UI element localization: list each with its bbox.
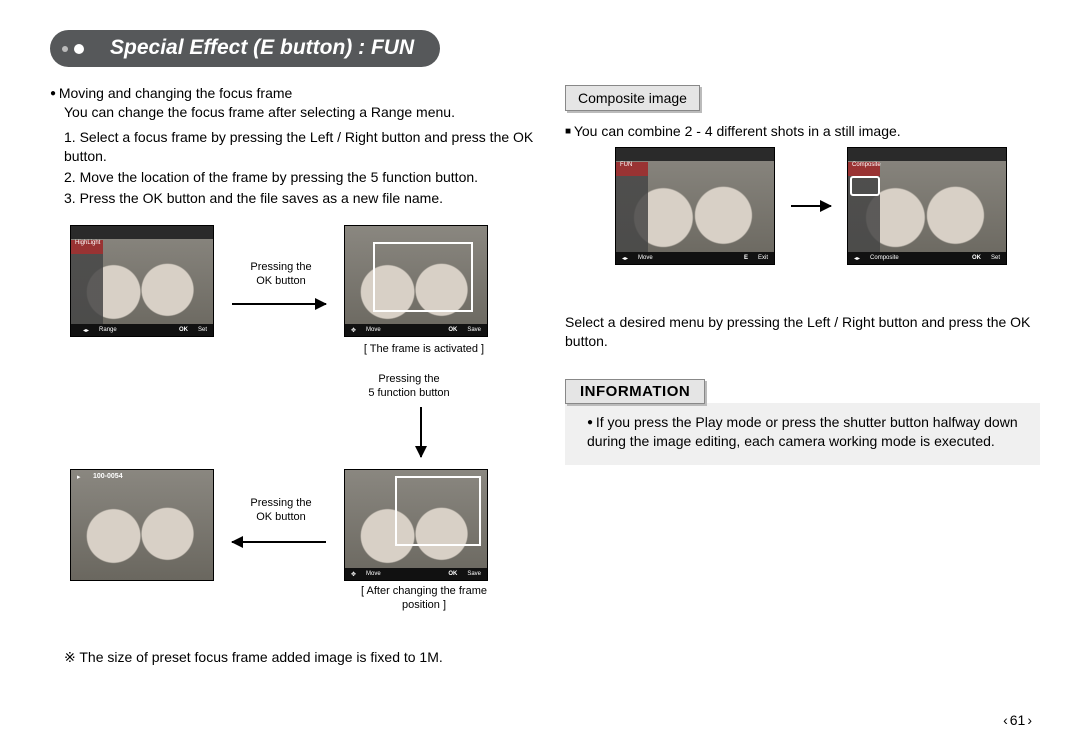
caption-ok1: Pressing theOK button: [236, 261, 326, 289]
shot1-bar-left: Range: [99, 327, 117, 333]
shot2-bar-left: Move: [366, 327, 381, 333]
left-heading: Moving and changing the focus frame: [50, 85, 535, 101]
information-heading: INFORMATION: [565, 379, 705, 404]
caption-ok2: Pressing theOK button: [236, 497, 326, 525]
rshot2-bar-right: Set: [991, 255, 1000, 261]
rshot2-bar-mid: OK: [972, 255, 981, 261]
arrow-right-icon: [791, 205, 831, 207]
screenshot-highlight-menu: HighLight ◂▸ Range OK Set: [70, 225, 214, 337]
rshot1-bar-mid: E: [744, 255, 748, 261]
rshot1-bar-left: Move: [638, 255, 653, 261]
screenshot-saved-file: ▸ 100-0054: [70, 469, 214, 581]
left-desc: You can change the focus frame after sel…: [64, 103, 535, 122]
column-right: Composite image You can combine 2 - 4 di…: [565, 85, 1040, 666]
shot4-bottom-bar: ✥ Move OK Save: [345, 568, 487, 580]
composite-diagram: FUN ◂▸ Move E Exit Composite: [615, 147, 1040, 297]
step-3: 3. Press the OK button and the file save…: [64, 189, 535, 208]
shot4-bar-mid: OK: [448, 571, 457, 577]
rshot1-bar-right: Exit: [758, 255, 768, 261]
column-left: Moving and changing the focus frame You …: [50, 85, 535, 666]
page-number: 61: [1003, 712, 1032, 728]
arrow-down-icon: [420, 407, 422, 457]
screenshot-frame-moved: ✥ Move OK Save: [344, 469, 488, 581]
caption-5fn: Pressing the5 function button: [344, 373, 474, 401]
step-2: 2. Move the location of the frame by pre…: [64, 168, 535, 187]
shot2-bar-right: Save: [467, 327, 481, 333]
rshot2-label: Composite: [852, 162, 881, 168]
shot2-bottom-bar: ✥ Move OK Save: [345, 324, 487, 336]
shot2-bar-mid: OK: [448, 327, 457, 333]
manual-page: Special Effect (E button) : FUN Moving a…: [0, 0, 1080, 746]
page-title: Special Effect (E button) : FUN: [50, 30, 440, 67]
rshot1-label: FUN: [620, 162, 632, 168]
screenshot-frame-activated: ✥ Move OK Save: [344, 225, 488, 337]
composite-desc: You can combine 2 - 4 different shots in…: [565, 123, 1040, 139]
information-box: If you press the Play mode or press the …: [565, 403, 1040, 465]
arrow-right-icon: [232, 303, 326, 305]
step-1: 1. Select a focus frame by pressing the …: [64, 128, 535, 166]
section-composite-label: Composite image: [565, 85, 700, 111]
shot4-bar-left: Move: [366, 571, 381, 577]
shot1-bar-mid: OK: [179, 327, 188, 333]
caption-shot2: [ The frame is activated ]: [344, 343, 504, 357]
preset-size-note: The size of preset focus frame added ima…: [64, 649, 535, 666]
focus-frame-diagram: HighLight ◂▸ Range OK Set Pressing theOK…: [50, 225, 535, 635]
screenshot-fun-menu: FUN ◂▸ Move E Exit: [615, 147, 775, 265]
composite-instruction: Select a desired menu by pressing the Le…: [565, 313, 1040, 351]
shot4-bar-right: Save: [467, 571, 481, 577]
information-body: If you press the Play mode or press the …: [587, 413, 1026, 451]
screenshot-composite-menu: Composite ◂▸ Composite OK Set: [847, 147, 1007, 265]
content-columns: Moving and changing the focus frame You …: [50, 85, 1040, 666]
step-list: 1. Select a focus frame by pressing the …: [64, 128, 535, 208]
arrow-left-icon: [232, 541, 326, 543]
shot3-counter: 100-0054: [93, 473, 123, 480]
composite-selection-icon: [850, 176, 880, 196]
shot1-bar-right: Set: [198, 327, 207, 333]
caption-shot4: [ After changing the frameposition ]: [344, 585, 504, 613]
shot1-bottom-bar: ◂▸ Range OK Set: [71, 324, 213, 336]
rshot2-bar-left: Composite: [870, 255, 899, 261]
shot1-label: HighLight: [75, 240, 100, 246]
